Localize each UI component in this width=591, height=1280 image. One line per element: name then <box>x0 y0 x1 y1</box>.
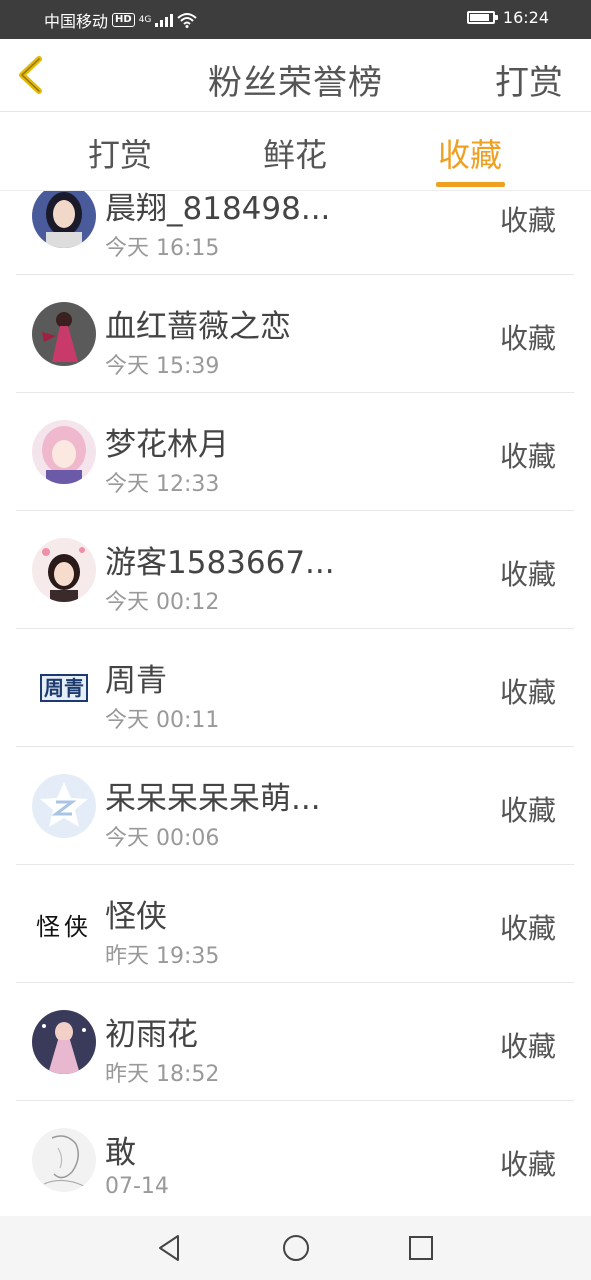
action-label: 收藏 <box>499 558 556 591</box>
timestamp: 昨天 18:52 <box>105 1062 220 1087</box>
signal-icon <box>155 13 174 27</box>
action-label: 收藏 <box>499 204 556 237</box>
avatar-icon <box>32 302 96 366</box>
status-bar: 中国移动 HD 4G 16:24 <box>0 0 591 39</box>
avatar-icon <box>32 538 96 602</box>
user-name: 晨翔_818498... <box>105 191 331 227</box>
timestamp: 今天 00:06 <box>105 826 220 851</box>
action-label: 收藏 <box>499 794 556 827</box>
timestamp: 今天 00:12 <box>105 590 220 615</box>
action-label: 收藏 <box>499 440 556 473</box>
tab-favorites[interactable]: 收藏 <box>420 130 520 176</box>
list-item[interactable]: 游客1583667... 今天 00:12 收藏 <box>16 511 574 629</box>
status-right: 16:24 <box>466 8 549 27</box>
clock: 16:24 <box>502 8 549 27</box>
avatar-icon <box>32 1010 96 1074</box>
avatar-icon <box>32 420 96 484</box>
network-type: 4G <box>138 15 152 25</box>
avatar-calligraphy-icon: 怪侠 <box>32 892 96 956</box>
nav-back-icon[interactable] <box>154 1232 186 1264</box>
carrier-label: 中国移动 <box>44 12 109 31</box>
timestamp: 今天 12:33 <box>105 472 220 497</box>
hd-badge: HD <box>112 13 135 27</box>
list-item[interactable]: 怪侠 怪侠 昨天 19:35 收藏 <box>16 865 574 983</box>
action-label: 收藏 <box>499 322 556 355</box>
list-item[interactable]: 血红蔷薇之恋 今天 15:39 收藏 <box>16 275 574 393</box>
avatar-text-icon: 周青 <box>32 656 96 720</box>
default-avatar-star-icon <box>32 774 96 838</box>
user-name: 呆呆呆呆呆萌... <box>105 781 321 817</box>
battery-icon <box>466 11 498 24</box>
list-item[interactable]: 呆呆呆呆呆萌... 今天 00:06 收藏 <box>16 747 574 865</box>
user-name: 梦花林月 <box>105 427 229 463</box>
avatar-icon <box>32 1128 96 1192</box>
timestamp: 昨天 19:35 <box>105 944 220 969</box>
fan-list[interactable]: 晨翔_818498... 今天 16:15 收藏 血红蔷薇之恋 今天 15:39… <box>0 191 591 1216</box>
list-item[interactable]: 梦花林月 今天 12:33 收藏 <box>16 393 574 511</box>
tab-flowers[interactable]: 鲜花 <box>245 130 345 176</box>
timestamp: 今天 15:39 <box>105 354 220 379</box>
list-item[interactable]: 初雨花 昨天 18:52 收藏 <box>16 983 574 1101</box>
list-item[interactable]: 敢 07-14 收藏 <box>16 1101 574 1216</box>
top-app-bar: 粉丝荣誉榜 打赏 <box>0 39 591 112</box>
list-item[interactable]: 周青 周青 今天 00:11 收藏 <box>16 629 574 747</box>
tab-reward[interactable]: 打赏 <box>70 130 170 176</box>
user-name: 血红蔷薇之恋 <box>105 309 291 345</box>
avatar-icon <box>32 191 96 248</box>
status-left: 中国移动 HD 4G <box>44 8 198 32</box>
nav-recent-icon[interactable] <box>405 1232 437 1264</box>
user-name: 周青 <box>105 663 167 699</box>
timestamp: 今天 16:15 <box>105 236 220 261</box>
timestamp: 07-14 <box>105 1174 169 1199</box>
user-name: 怪侠 <box>105 899 167 935</box>
action-label: 收藏 <box>499 912 556 945</box>
action-label: 收藏 <box>499 1148 556 1181</box>
nav-home-icon[interactable] <box>280 1232 312 1264</box>
wifi-icon <box>177 13 198 28</box>
user-name: 敢 <box>105 1135 136 1171</box>
tab-bar: 打赏 鲜花 收藏 <box>0 112 591 191</box>
user-name: 初雨花 <box>105 1017 198 1053</box>
system-nav-bar <box>0 1216 591 1280</box>
avatar-text: 怪侠 <box>36 912 92 941</box>
avatar-text: 周青 <box>40 674 88 702</box>
list-item[interactable]: 晨翔_818498... 今天 16:15 收藏 <box>16 191 574 275</box>
action-label: 收藏 <box>499 1030 556 1063</box>
timestamp: 今天 00:11 <box>105 708 220 733</box>
active-tab-indicator <box>436 182 505 187</box>
user-name: 游客1583667... <box>105 545 335 581</box>
action-label: 收藏 <box>499 676 556 709</box>
reward-button[interactable]: 打赏 <box>495 55 563 104</box>
